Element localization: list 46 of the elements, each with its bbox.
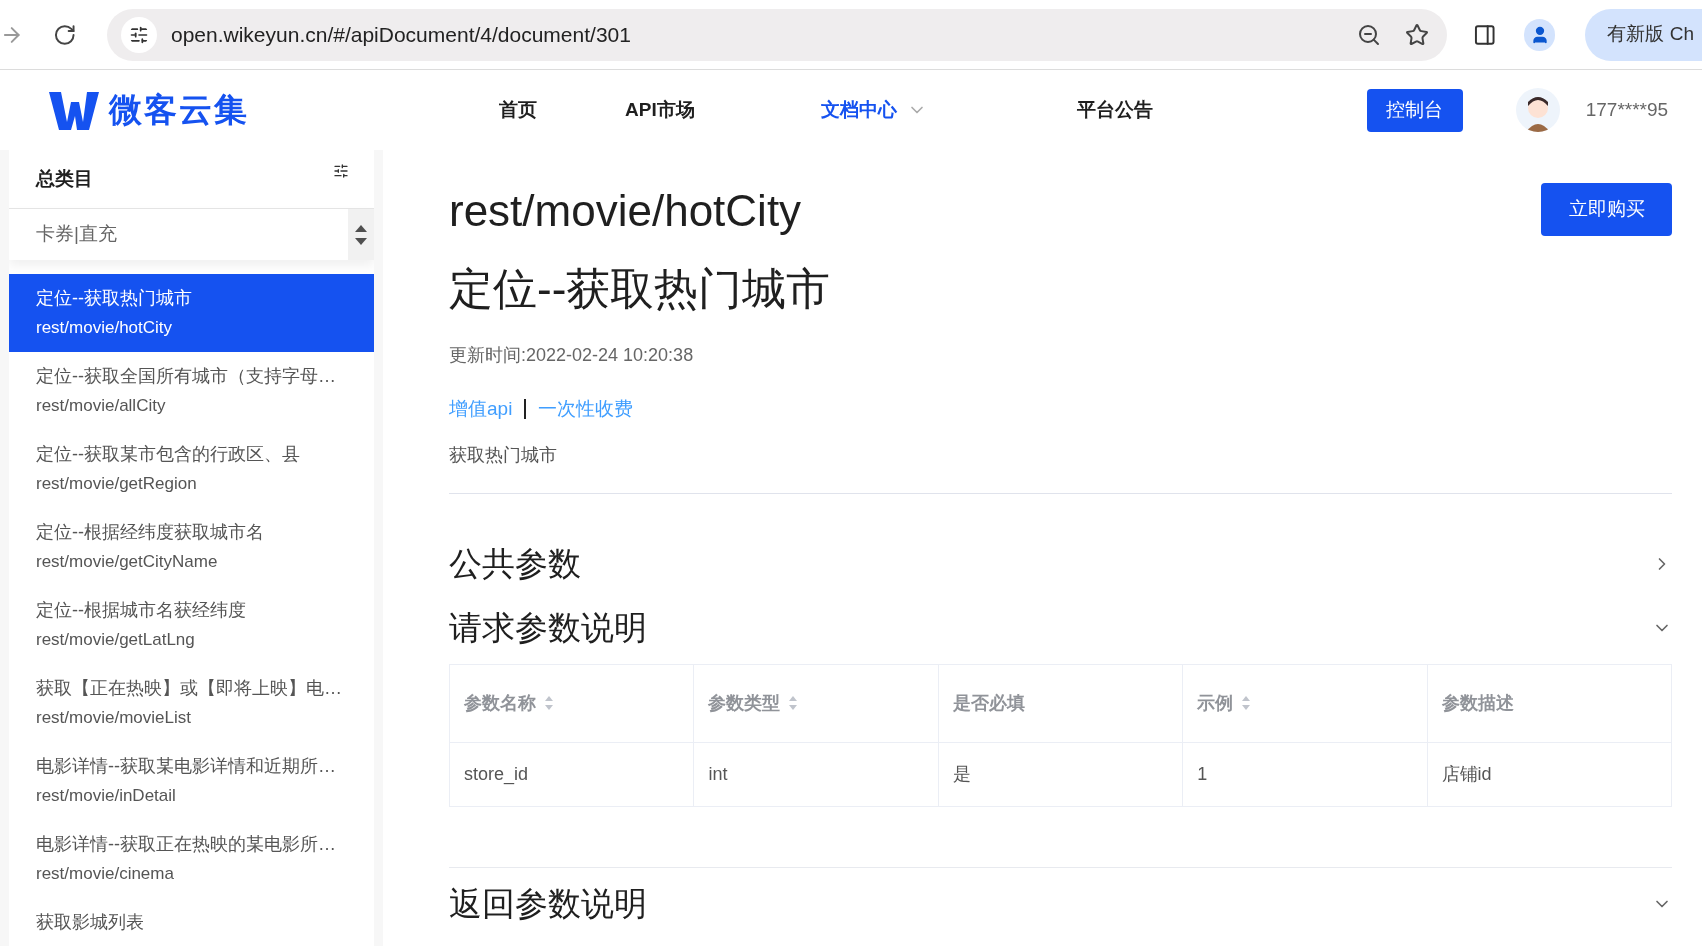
section-title: 公共参数 bbox=[449, 543, 581, 584]
table-cell: store_id bbox=[449, 742, 694, 806]
buy-button[interactable]: 立即购买 bbox=[1541, 183, 1672, 236]
url-text[interactable]: open.wikeyun.cn/#/apiDocument/4/document/301 bbox=[170, 18, 1357, 51]
sidebar-item[interactable]: 定位--获取全国所有城市（支持字母… rest/movie/allCity bbox=[9, 352, 374, 430]
sidebar-item[interactable]: 定位--获取某市包含的行政区、县 rest/movie/getRegion bbox=[9, 430, 374, 508]
sidebar-item[interactable]: 获取影城列表 bbox=[9, 898, 374, 946]
api-title: 定位--获取热门城市 bbox=[449, 263, 832, 315]
zoom-icon[interactable] bbox=[1356, 22, 1381, 47]
section-title: 请求参数说明 bbox=[449, 607, 647, 648]
section-title: 返回参数说明 bbox=[449, 883, 647, 924]
table-cell: 是 bbox=[938, 742, 1183, 806]
table-cell: int bbox=[693, 742, 939, 806]
sidebar-item[interactable]: 定位--根据经纬度获取城市名 rest/movie/getCityName bbox=[9, 508, 374, 586]
address-bar[interactable]: open.wikeyun.cn/#/apiDocument/4/document/301 bbox=[106, 8, 1447, 61]
sidebar-item[interactable]: 定位--根据城市名获经纬度 rest/movie/getLatLng bbox=[9, 586, 374, 664]
sidebar-item[interactable]: 定位--获取热门城市 rest/movie/hotCity bbox=[9, 274, 374, 352]
update-time: 更新时间:2022-02-24 10:20:38 bbox=[449, 344, 695, 367]
update-button[interactable]: 有新版 Ch bbox=[1585, 8, 1702, 61]
nav-link[interactable]: API市场 bbox=[625, 95, 695, 125]
nav-link[interactable]: 首页 bbox=[499, 95, 537, 125]
column-header: 是否必填 bbox=[938, 664, 1183, 742]
api-path-title: rest/movie/hotCity bbox=[449, 185, 802, 237]
scroll-down-icon[interactable] bbox=[355, 237, 367, 245]
sidebar-item[interactable]: 电影详情--获取某电影详情和近期所… rest/movie/inDetail bbox=[9, 742, 374, 820]
reload-icon[interactable] bbox=[53, 22, 77, 47]
table-cell: 1 bbox=[1182, 742, 1428, 806]
sidebar-item[interactable]: 获取【正在热映】或【即将上映】电… rest/movie/movieList bbox=[9, 664, 374, 742]
column-header: 参数描述 bbox=[1427, 664, 1672, 742]
api-description: 获取热门城市 bbox=[449, 443, 558, 467]
site-settings-icon[interactable] bbox=[120, 16, 157, 53]
nav-link[interactable]: 平台公告 bbox=[1076, 95, 1153, 125]
user-name[interactable]: 177****95 bbox=[1585, 95, 1669, 125]
avatar-icon[interactable] bbox=[1515, 88, 1560, 132]
star-icon[interactable] bbox=[1404, 22, 1429, 47]
side-panel-icon[interactable] bbox=[1472, 22, 1497, 47]
logo-text[interactable]: 微客云集 bbox=[109, 85, 249, 135]
filter-icon[interactable] bbox=[333, 163, 349, 179]
nav-link[interactable]: 文档中心 bbox=[820, 95, 927, 125]
table-cell: 店铺id bbox=[1427, 742, 1672, 806]
category-select[interactable]: 卡券|直充 bbox=[9, 208, 374, 260]
sidebar-item[interactable]: 电影详情--获取正在热映的某电影所… rest/movie/cinema bbox=[9, 820, 374, 898]
sidebar-title: 总类目 bbox=[36, 166, 93, 191]
profile-icon[interactable] bbox=[1524, 18, 1556, 51]
console-button[interactable]: 控制台 bbox=[1366, 88, 1463, 132]
scroll-up-icon[interactable] bbox=[355, 224, 367, 232]
